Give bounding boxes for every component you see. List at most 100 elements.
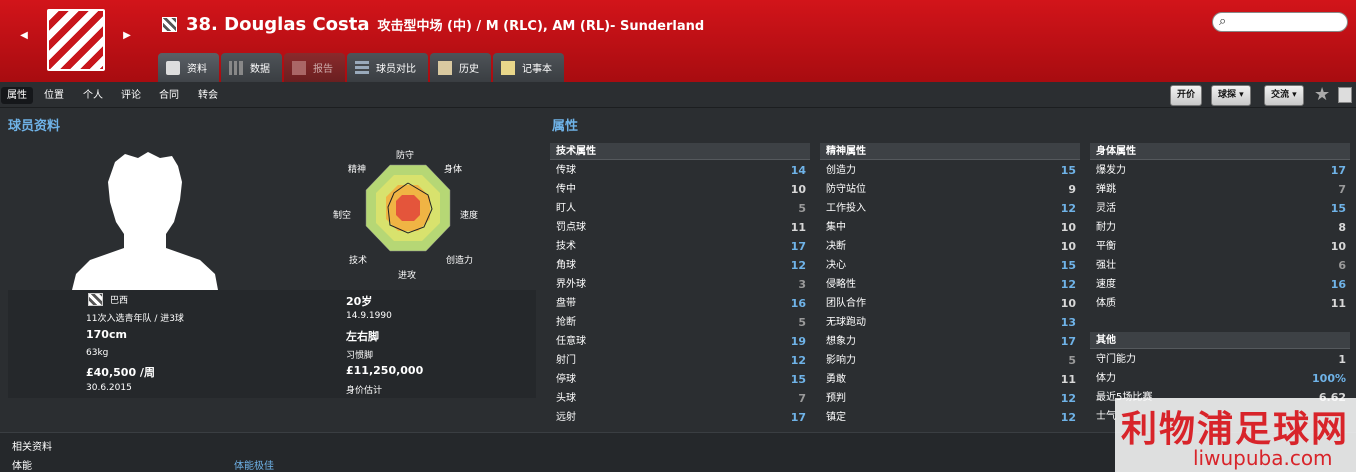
tab-label: 资料: [187, 64, 207, 75]
tab-label: 报告: [313, 64, 333, 75]
attribute-row[interactable]: 速度 16: [1090, 275, 1350, 294]
attribute-row[interactable]: 射门 12: [550, 351, 810, 370]
scout-dropdown-button[interactable]: 球探 ▾: [1211, 85, 1251, 106]
attribute-row[interactable]: 想象力 17: [820, 332, 1080, 351]
age: 20岁: [346, 295, 373, 308]
radar-label-creativity: 创造力: [446, 256, 474, 266]
player-info-panel: 巴西 11次入选青年队 / 进3球 170cm 63kg £40,500 /周 …: [8, 290, 536, 398]
nationality-flag-icon: [162, 16, 177, 32]
attribute-value: 10: [790, 183, 806, 196]
other-attributes-header: 其他: [1090, 332, 1350, 349]
profile-section-title: 球员资料: [8, 119, 61, 134]
subtab-personal[interactable]: 个人: [77, 87, 109, 104]
attribute-row[interactable]: 灵活 15: [1090, 199, 1350, 218]
attribute-row[interactable]: 平衡 10: [1090, 237, 1350, 256]
next-player-arrow-icon[interactable]: ▶: [121, 30, 133, 42]
tab-profile[interactable]: 资料: [158, 53, 219, 82]
prev-player-arrow-icon[interactable]: ◀: [18, 30, 30, 42]
attribute-value: 12: [790, 259, 806, 272]
attribute-value: 3: [798, 278, 806, 291]
attribute-value: 16: [790, 297, 806, 310]
shortlist-star-icon[interactable]: ★: [1314, 84, 1330, 105]
player-header: ◀ ▶ 38. Douglas Costa 攻击型中场 (中) / M (RLC…: [0, 0, 1356, 82]
attribute-row[interactable]: 爆发力 17: [1090, 161, 1350, 180]
tab-compare[interactable]: 球员对比: [347, 53, 428, 82]
attribute-row[interactable]: 技术 17: [550, 237, 810, 256]
subtab-contract[interactable]: 合同: [153, 87, 185, 104]
attribute-row[interactable]: 体力 100%: [1090, 369, 1350, 388]
notes-icon[interactable]: [1338, 87, 1352, 103]
attribute-value: 10: [1330, 240, 1346, 253]
attribute-label: 强壮: [1096, 260, 1116, 271]
tab-notebook[interactable]: 记事本: [493, 53, 564, 82]
technical-attributes-header: 技术属性: [550, 143, 810, 160]
subtab-attributes[interactable]: 属性: [1, 87, 33, 104]
attribute-label: 传中: [556, 184, 576, 195]
attribute-value: 15: [790, 373, 806, 386]
attribute-row[interactable]: 勇敢 11: [820, 370, 1080, 389]
attribute-row[interactable]: 传中 10: [550, 180, 810, 199]
search-icon: ⌕: [1219, 14, 1227, 29]
attribute-value: 11: [1060, 373, 1076, 386]
attribute-row[interactable]: 防守站位 9: [820, 180, 1080, 199]
attribute-row[interactable]: 弹跳 7: [1090, 180, 1350, 199]
attribute-value: 12: [790, 354, 806, 367]
attribute-label: 速度: [1096, 279, 1116, 290]
attribute-row[interactable]: 界外球 3: [550, 275, 810, 294]
attribute-row[interactable]: 头球 7: [550, 389, 810, 408]
physical-attributes-header: 身体属性: [1090, 143, 1350, 160]
offer-button[interactable]: 开价: [1170, 85, 1203, 106]
radar-label-physical: 身体: [444, 165, 463, 175]
attribute-value: 12: [1060, 411, 1076, 424]
attribute-row[interactable]: 决断 10: [820, 237, 1080, 256]
attribute-row[interactable]: 决心 15: [820, 256, 1080, 275]
attribute-row[interactable]: 远射 17: [550, 408, 810, 427]
attribute-row[interactable]: 镇定 12: [820, 408, 1080, 427]
attribute-label: 角球: [556, 260, 576, 271]
subtab-transfer[interactable]: 转会: [192, 87, 224, 104]
attribute-value: 10: [1060, 221, 1076, 234]
subtab-reviews[interactable]: 评论: [115, 87, 147, 104]
attribute-row[interactable]: 任意球 19: [550, 332, 810, 351]
profile-tabs: 资料 数据 报告 球员对比 历史 记事本: [158, 53, 564, 82]
tab-history[interactable]: 历史: [430, 53, 491, 82]
attribute-value: 10: [1060, 240, 1076, 253]
attribute-row[interactable]: 体质 11: [1090, 294, 1350, 313]
attribute-row[interactable]: 强壮 6: [1090, 256, 1350, 275]
attribute-value: 12: [1060, 392, 1076, 405]
attribute-row[interactable]: 影响力 5: [820, 351, 1080, 370]
tab-stats[interactable]: 数据: [221, 53, 282, 82]
attribute-label: 头球: [556, 393, 576, 404]
attribute-value: 15: [1060, 259, 1076, 272]
attribute-row[interactable]: 工作投入 12: [820, 199, 1080, 218]
wage: £40,500 /周: [86, 366, 155, 379]
attribute-label: 灵活: [1096, 203, 1116, 214]
search-input[interactable]: ⌕: [1212, 12, 1348, 32]
attribute-row[interactable]: 传球 14: [550, 161, 810, 180]
market-value-label: 身价估计: [346, 386, 383, 396]
attribute-row[interactable]: 盯人 5: [550, 199, 810, 218]
interact-dropdown-button[interactable]: 交流 ▾: [1264, 85, 1304, 106]
attribute-label: 侵略性: [826, 279, 856, 290]
attribute-value: 12: [1060, 202, 1076, 215]
attribute-row[interactable]: 罚点球 11: [550, 218, 810, 237]
attribute-row[interactable]: 预判 12: [820, 389, 1080, 408]
attribute-row[interactable]: 抢断 5: [550, 313, 810, 332]
attribute-row[interactable]: 耐力 8: [1090, 218, 1350, 237]
radar-label-attacking: 进攻: [398, 271, 417, 281]
attribute-row[interactable]: 团队合作 10: [820, 294, 1080, 313]
attribute-row[interactable]: 创造力 15: [820, 161, 1080, 180]
attribute-row[interactable]: 角球 12: [550, 256, 810, 275]
attribute-row[interactable]: 无球跑动 13: [820, 313, 1080, 332]
tab-report[interactable]: 报告: [284, 53, 345, 82]
attribute-row[interactable]: 侵略性 12: [820, 275, 1080, 294]
preferred-foot: 左右脚: [346, 330, 379, 343]
attribute-row[interactable]: 停球 15: [550, 370, 810, 389]
subtab-positions[interactable]: 位置: [38, 87, 70, 104]
attribute-row[interactable]: 守门能力 1: [1090, 350, 1350, 369]
contract-end: 30.6.2015: [86, 383, 132, 393]
club-crest: [47, 9, 105, 71]
attribute-label: 平衡: [1096, 241, 1116, 252]
attribute-row[interactable]: 盘带 16: [550, 294, 810, 313]
attribute-row[interactable]: 集中 10: [820, 218, 1080, 237]
